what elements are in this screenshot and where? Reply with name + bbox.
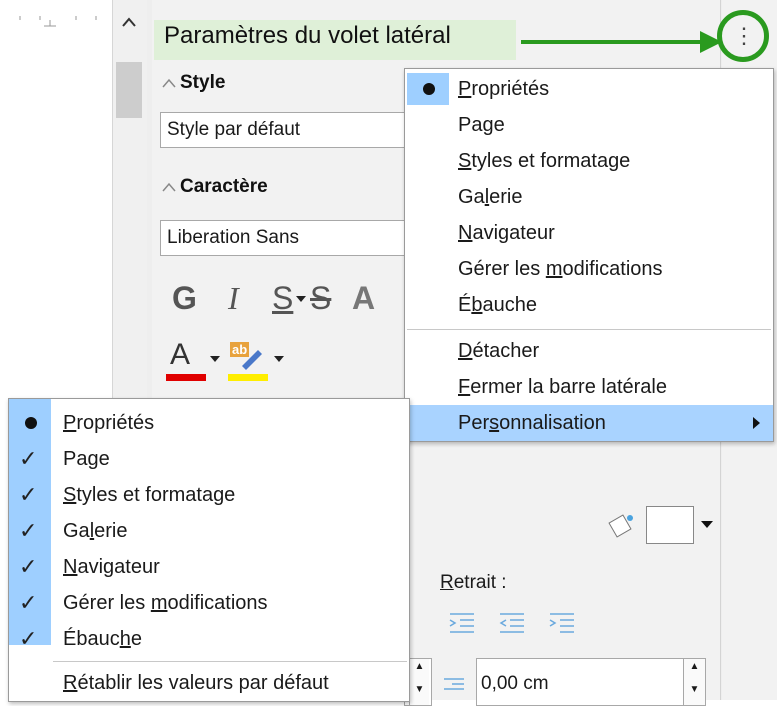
highlight-color-bar (228, 374, 268, 381)
menu-item-close-sidebar[interactable]: Fermer la barre latérale (405, 369, 773, 405)
fill-dropdown-icon[interactable] (701, 521, 713, 528)
menu-separator (407, 329, 771, 330)
fill-color-swatch[interactable] (646, 506, 694, 544)
menu-item-label: Fermer la barre latérale (458, 376, 667, 398)
menu-item-page[interactable]: Page (405, 107, 773, 143)
menu-item-label: Styles et formatage (63, 484, 236, 506)
highlight-color-button[interactable]: ab (226, 338, 270, 382)
menu-item-label: Détacher (458, 340, 540, 362)
spin-down-icon[interactable]: ▼ (683, 682, 705, 705)
font-color-glyph: A (170, 338, 191, 371)
customization-submenu: Propriétés ✓ Page ✓ Styles et formatage … (8, 398, 410, 702)
horizontal-ruler (6, 14, 106, 28)
style-header-label: Style (180, 72, 226, 93)
menu-item-customization[interactable]: Personnalisation (405, 405, 773, 441)
check-icon: ✓ (19, 446, 38, 471)
paragraph-style-value: Style par défaut (167, 119, 301, 140)
menu-item-label: Galerie (63, 520, 128, 542)
menu-item-label: Gérer les modifications (63, 592, 268, 614)
paragraph-style-combo[interactable]: Style par défaut (160, 112, 406, 148)
chevron-up-icon[interactable] (121, 12, 137, 33)
menu-item-track-changes[interactable]: Gérer les modifications (405, 251, 773, 287)
check-icon: ✓ (19, 482, 38, 507)
check-icon: ✓ (19, 590, 38, 615)
menu-item-gallery[interactable]: Galerie (405, 179, 773, 215)
menu-item-undock[interactable]: Détacher (405, 333, 773, 369)
menu-item-styles[interactable]: Styles et formatage (405, 143, 773, 179)
menu-item-label: Navigateur (63, 556, 160, 578)
menu-item-label: Gérer les modifications (458, 258, 663, 280)
submenu-item-reset-defaults[interactable]: Rétablir les valeurs par défaut (9, 665, 409, 701)
italic-button[interactable]: I (228, 280, 239, 317)
menu-item-label: Ébauche (63, 628, 142, 650)
submenu-item-track-changes[interactable]: ✓ Gérer les modifications (9, 585, 409, 621)
menu-item-navigator[interactable]: Navigateur (405, 215, 773, 251)
menu-item-label: Styles et formatage (458, 150, 631, 172)
spin-up-icon[interactable]: ▲ (409, 659, 429, 682)
character-header-label: Caractère (180, 176, 268, 197)
font-name-value: Liberation Sans (167, 227, 300, 248)
menu-item-label: Navigateur (458, 222, 555, 244)
spin-down-icon[interactable]: ▼ (409, 682, 429, 705)
menu-item-label: Galerie (458, 186, 523, 208)
menu-item-draft[interactable]: Ébauche (405, 287, 773, 323)
ruler-ticks (19, 16, 97, 27)
style-section-header[interactable]: Style (162, 72, 225, 94)
check-icon: ✓ (19, 554, 38, 579)
indent-label-text: etrait : (453, 572, 507, 593)
menu-item-label: Propriétés (458, 78, 550, 100)
scrollbar-thumb[interactable] (116, 62, 142, 118)
indent-spinfield[interactable]: 0,00 cm ▲ ▼ (476, 658, 706, 706)
before-text-indent-icon (442, 676, 466, 697)
underline-dropdown-icon[interactable] (296, 296, 306, 302)
font-color-dropdown-icon[interactable] (210, 356, 220, 362)
paint-bucket-icon[interactable] (604, 510, 640, 542)
submenu-item-navigator[interactable]: ✓ Navigateur (9, 549, 409, 585)
check-icon: ✓ (19, 518, 38, 543)
sidebar-settings-menu: Propriétés Page Styles et formatage Gale… (404, 68, 774, 442)
submenu-item-properties[interactable]: Propriétés (9, 405, 409, 441)
menu-item-label: Page (458, 114, 505, 136)
triangle-right-icon (753, 417, 760, 429)
bold-button[interactable]: G (172, 280, 197, 317)
submenu-item-gallery[interactable]: ✓ Galerie (9, 513, 409, 549)
check-icon: ✓ (19, 626, 38, 651)
bullet-icon (423, 83, 435, 95)
menu-item-label: Rétablir les valeurs par défaut (63, 672, 329, 694)
marker-icon (242, 350, 262, 370)
font-name-combo[interactable]: Liberation Sans (160, 220, 406, 256)
indent-value: 0,00 cm (481, 673, 549, 694)
kebab-vertical-icon[interactable]: ⋮ (733, 22, 755, 50)
hanging-indent-icon[interactable] (546, 610, 576, 643)
decrease-indent-icon[interactable] (496, 610, 526, 643)
collapse-triangle-icon (162, 75, 176, 91)
annotation-arrow-line (521, 40, 707, 44)
submenu-item-styles[interactable]: ✓ Styles et formatage (9, 477, 409, 513)
menu-item-label: Personnalisation (458, 412, 606, 434)
shadow-button[interactable]: A (352, 280, 375, 317)
menu-item-label: Propriétés (63, 412, 155, 434)
strikethrough-button[interactable]: S (310, 280, 331, 317)
spin-up-icon[interactable]: ▲ (683, 659, 705, 682)
increase-indent-icon[interactable] (446, 610, 476, 643)
font-color-bar (166, 374, 206, 381)
sidebar-settings-title: Paramètres du volet latéral (164, 22, 451, 49)
underline-button[interactable]: S (272, 280, 293, 317)
submenu-item-page[interactable]: ✓ Page (9, 441, 409, 477)
menu-item-properties[interactable]: Propriétés (405, 71, 773, 107)
menu-separator (53, 661, 407, 662)
character-section-header[interactable]: Caractère (162, 176, 268, 198)
submenu-item-draft[interactable]: ✓ Ébauche (9, 621, 409, 657)
font-color-button[interactable]: A (164, 338, 208, 382)
indent-label: Retrait : (440, 572, 507, 593)
menu-item-label: Page (63, 448, 110, 470)
menu-item-label: Ébauche (458, 294, 537, 316)
highlight-dropdown-icon[interactable] (274, 356, 284, 362)
bullet-icon (25, 417, 37, 429)
collapse-triangle-icon (162, 179, 176, 195)
